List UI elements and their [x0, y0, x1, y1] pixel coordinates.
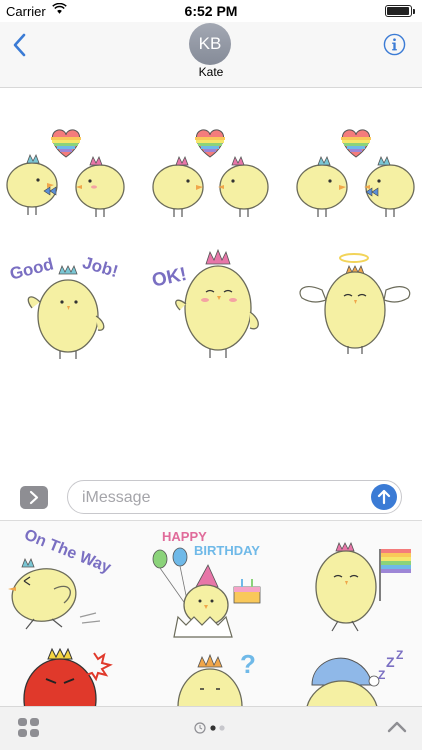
sticker-angry[interactable] — [14, 645, 124, 706]
svg-text:Z: Z — [378, 668, 385, 682]
sticker-drawer: On The Way HAPPY BIRTHDAY ? Z Z Z — [0, 520, 422, 706]
contact-name[interactable]: Kate — [0, 65, 422, 79]
send-button[interactable] — [371, 484, 397, 510]
sticker-couple-heart-2[interactable] — [146, 125, 274, 220]
sticker-sleepy[interactable]: Z Z Z — [298, 645, 416, 706]
good-job-word1: Good — [8, 254, 56, 283]
contact-avatar[interactable]: KB — [189, 23, 231, 65]
sticker-angel[interactable] — [294, 248, 418, 360]
page-indicator[interactable] — [192, 721, 232, 735]
rainbow-heart-icon — [51, 129, 81, 158]
happy-text: HAPPY — [162, 529, 207, 544]
sticker-happy-birthday[interactable]: HAPPY BIRTHDAY — [146, 525, 276, 643]
back-chevron-icon[interactable] — [10, 32, 30, 58]
sticker-on-the-way[interactable]: On The Way — [4, 525, 134, 641]
message-input-bar: iMessage — [0, 476, 422, 520]
expand-apps-button[interactable] — [20, 486, 48, 509]
ok-text: OK! — [150, 264, 188, 292]
sticker-question[interactable]: ? — [158, 645, 268, 706]
sticker-couple-heart[interactable] — [2, 125, 130, 220]
chevron-up-icon[interactable] — [386, 719, 408, 735]
sticker-ok[interactable]: OK! — [150, 244, 272, 366]
imessage-screen: Carrier 6:52 PM KB Kate Good Job! OK! iM… — [0, 0, 422, 750]
birthday-text: BIRTHDAY — [194, 543, 260, 558]
app-drawer-bar — [0, 706, 422, 750]
chevron-right-icon — [29, 490, 39, 505]
message-input-placeholder: iMessage — [82, 489, 151, 506]
on-the-way-text: On The Way — [22, 526, 114, 576]
arrow-up-icon — [377, 489, 391, 505]
svg-text:Z: Z — [396, 648, 403, 662]
status-bar: Carrier 6:52 PM — [0, 0, 422, 22]
sticker-rainbow-flag[interactable] — [292, 531, 418, 641]
good-job-word2: Job! — [80, 253, 120, 281]
clock: 6:52 PM — [184, 3, 238, 19]
svg-text:?: ? — [240, 649, 256, 679]
app-grid-icon[interactable] — [17, 717, 41, 739]
rainbow-heart-icon — [195, 129, 225, 158]
rainbow-heart-icon — [341, 129, 371, 158]
conversation-header: KB Kate — [0, 22, 422, 88]
info-icon[interactable] — [383, 33, 406, 56]
sticker-good-job[interactable]: Good Job! — [6, 246, 126, 366]
battery-icon — [385, 5, 415, 17]
sticker-couple-heart-3[interactable] — [292, 125, 420, 220]
message-input[interactable]: iMessage — [67, 480, 402, 514]
svg-text:Z: Z — [386, 654, 395, 670]
